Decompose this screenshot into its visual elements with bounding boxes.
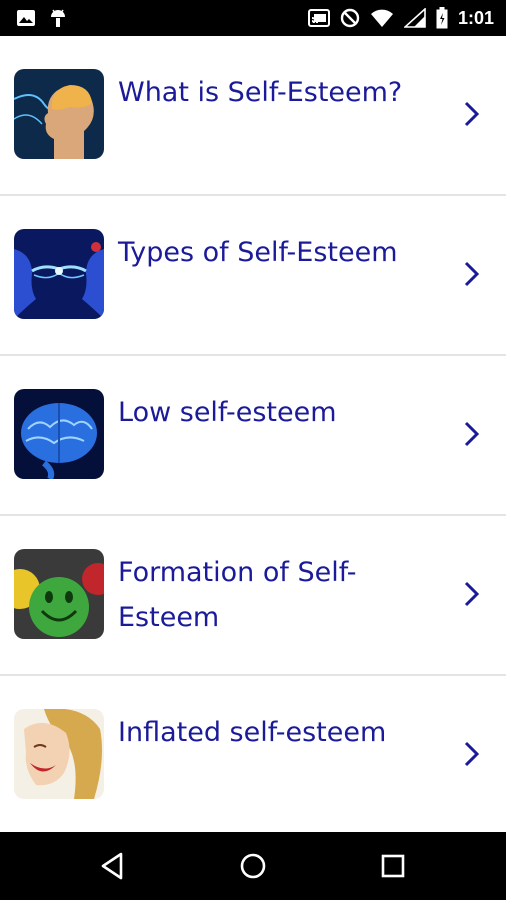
two-faces-energy-thumbnail [14, 229, 104, 319]
image-notification-icon [17, 10, 35, 26]
laughing-woman-thumbnail [14, 709, 104, 799]
battery-icon [436, 7, 448, 29]
topic-list: What is Self-Esteem? Types of Self-Estee… [0, 36, 506, 832]
chevron-right-icon [464, 421, 480, 447]
brain-head-profile-thumbnail [14, 69, 104, 159]
topic-title: Low self-esteem [118, 397, 337, 428]
wifi-icon [370, 9, 393, 27]
signal-icon [403, 8, 426, 28]
list-item-inflated-self-esteem[interactable]: Inflated self-esteem [0, 676, 506, 832]
home-button[interactable] [237, 850, 269, 882]
cast-icon [307, 9, 330, 27]
list-item-low-self-esteem[interactable]: Low self-esteem [0, 356, 506, 516]
android-debug-icon [51, 9, 65, 27]
topic-title: Inflated self-esteem [118, 717, 387, 748]
blue-brain-thumbnail [14, 389, 104, 479]
list-item-types-of-self-esteem[interactable]: Types of Self-Esteem [0, 196, 506, 356]
topic-title: Formation of Self-Esteem [118, 557, 357, 633]
list-item-formation-of-self-esteem[interactable]: Formation of Self-Esteem [0, 516, 506, 676]
chevron-right-icon [464, 261, 480, 287]
status-bar: 1:01 [0, 0, 506, 36]
list-item-what-is-self-esteem[interactable]: What is Self-Esteem? [0, 36, 506, 196]
smiley-faces-thumbnail [14, 549, 104, 639]
chevron-right-icon [464, 101, 480, 127]
topic-title: What is Self-Esteem? [118, 77, 403, 108]
clock: 1:01 [457, 7, 494, 28]
chevron-right-icon [464, 581, 480, 607]
back-button[interactable] [97, 850, 129, 882]
topic-title: Types of Self-Esteem [118, 237, 398, 268]
navigation-bar [0, 832, 506, 900]
chevron-right-icon [464, 741, 480, 767]
recents-button[interactable] [377, 850, 409, 882]
do-not-disturb-icon [340, 8, 360, 28]
